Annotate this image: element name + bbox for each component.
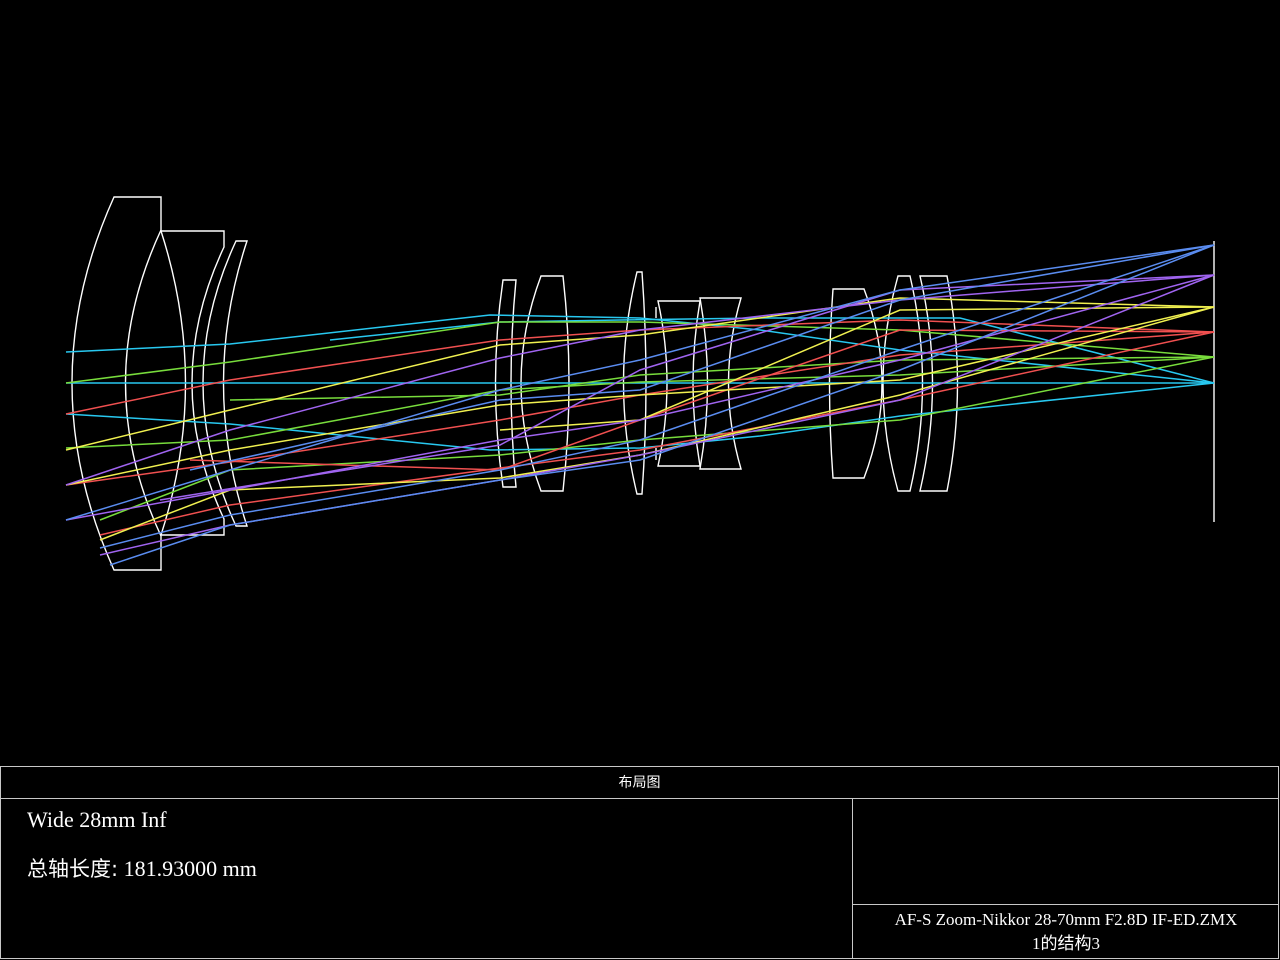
panel-title: 布局图 [1,767,1278,799]
total-length-label: 总轴长度: [27,857,119,881]
lens-layout-diagram [65,196,1215,571]
total-length-row: 总轴长度: 181.93000 mm [27,853,257,883]
config-info: 1的结构3 [1032,934,1100,953]
info-left-cell: Wide 28mm Inf 总轴长度: 181.93000 mm [1,799,853,959]
file-info: AF-S Zoom-Nikkor 28-70mm F2.8D IF-ED.ZMX… [853,904,1279,959]
info-right-cell: AF-S Zoom-Nikkor 28-70mm F2.8D IF-ED.ZMX… [853,799,1279,959]
total-length-value: 181.93000 mm [123,856,257,881]
ray-bundle-field-6 [65,244,1215,566]
file-name: AF-S Zoom-Nikkor 28-70mm F2.8D IF-ED.ZMX [894,910,1238,929]
config-label: Wide 28mm Inf [27,807,167,832]
info-panel: 布局图 Wide 28mm Inf 总轴长度: 181.93000 mm AF-… [0,766,1279,959]
